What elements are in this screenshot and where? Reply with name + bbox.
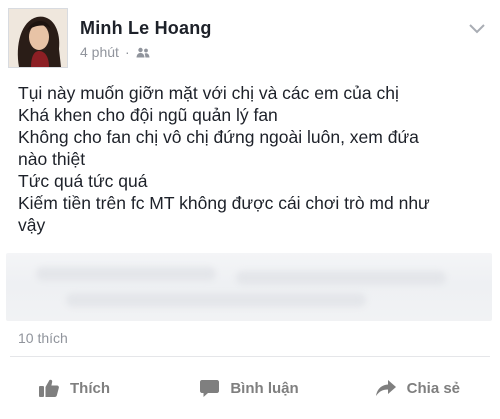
post-text-line: nào thiệt [18,149,86,169]
comment-icon [199,379,220,398]
share-arrow-icon [375,379,397,397]
post-meta: 4 phút · [80,44,150,60]
post-time[interactable]: 4 phút [80,44,119,60]
likes-count[interactable]: 10 thích [18,330,68,346]
post-text-line: vậy [18,215,46,235]
author-name[interactable]: Minh Le Hoang [80,18,212,39]
avatar[interactable] [8,8,68,68]
meta-separator: · [124,44,130,60]
blurred-attachment [6,253,492,321]
like-button[interactable]: Thích [0,378,179,398]
share-label: Chia sẻ [406,379,461,397]
action-bar: Thích Bình luận Chia sẻ [0,357,500,419]
post-text-line: Khá khen cho đội ngũ quản lý fan [18,105,278,125]
post-text-line: Kiếm tiền trên fc MT không được cái chơi… [18,193,430,213]
like-label: Thích [70,379,110,397]
share-button[interactable]: Chia sẻ [319,379,500,397]
thumbs-up-icon [38,378,60,398]
friends-icon[interactable] [136,47,150,58]
chevron-down-icon[interactable] [468,22,486,34]
post-text-line: Tức quá tức quá [18,171,148,191]
post-card: Minh Le Hoang 4 phút · Tụi này muốn giỡn… [0,0,500,419]
avatar-image [9,9,67,67]
post-text: Tụi này muốn giỡn mặt với chị và các em … [18,82,486,236]
post-text-line: Tụi này muốn giỡn mặt với chị và các em … [18,83,399,103]
post-text-line: Không cho fan chị vô chị đứng ngoài luôn… [18,127,419,147]
comment-label: Bình luận [230,379,299,397]
comment-button[interactable]: Bình luận [179,379,320,398]
